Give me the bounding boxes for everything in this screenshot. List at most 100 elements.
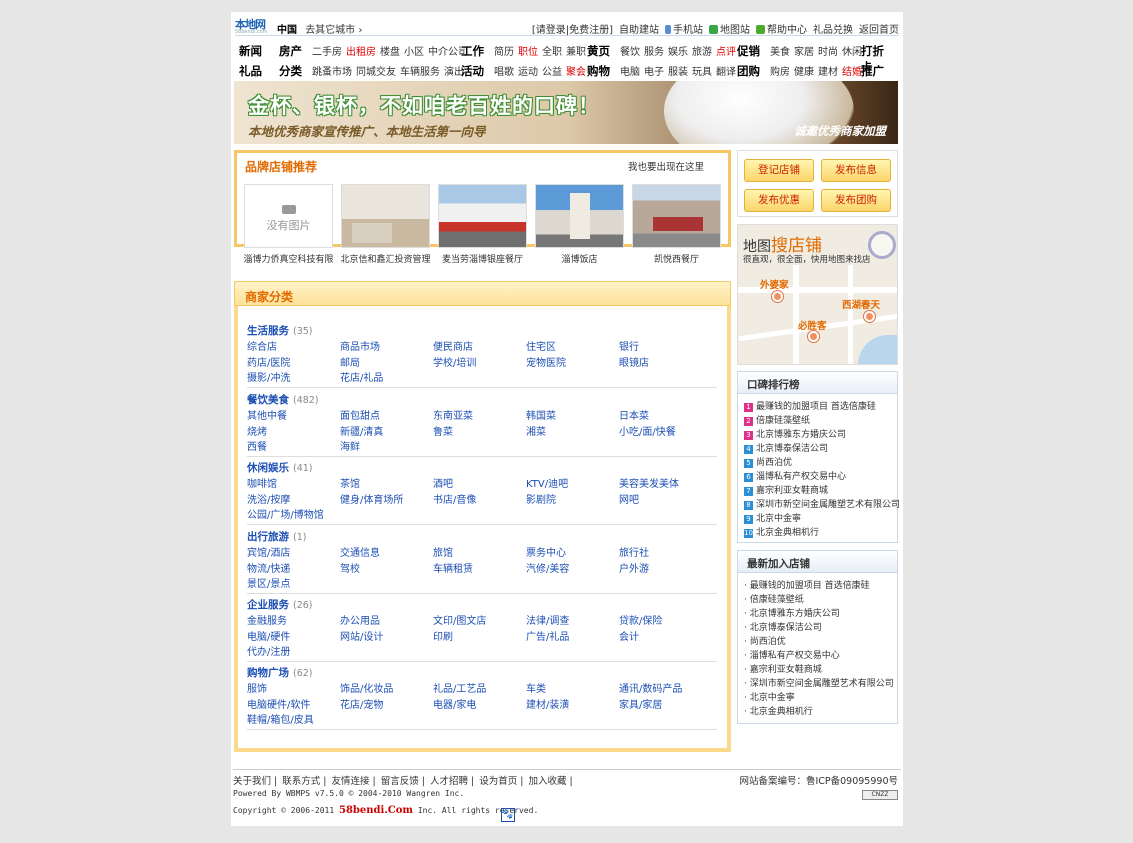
category-group-title[interactable]: 出行旅游 (1) bbox=[247, 529, 717, 544]
category-link[interactable]: 日本菜 bbox=[619, 407, 712, 422]
category-link[interactable]: 网吧 bbox=[619, 491, 712, 506]
newest-item[interactable]: · 深圳市新空间金属雕塑艺术有限公司 bbox=[744, 676, 897, 690]
shop-card[interactable]: 没有图片 淄博力侨真空科技有限 bbox=[243, 184, 334, 265]
category-link[interactable]: 住宅区 bbox=[526, 338, 619, 353]
category-link[interactable]: 通讯/数码产品 bbox=[619, 680, 712, 695]
category-link[interactable]: 文印/图文店 bbox=[433, 612, 526, 627]
footer-link[interactable]: 加入收藏 bbox=[529, 776, 567, 787]
nav-sub-link[interactable]: 家居 bbox=[794, 43, 814, 59]
category-link[interactable]: 鞋帽/箱包/皮具 bbox=[247, 711, 340, 726]
nav-sub-link[interactable]: 小区 bbox=[404, 43, 424, 59]
post-groupbuy-button[interactable]: 发布团购 bbox=[821, 189, 891, 212]
nav-main-link[interactable]: 礼品 bbox=[239, 63, 262, 79]
map-search-box[interactable]: 地图搜店铺 很直观，很全面，快用地图来找店 外婆家 西湖春天 必胜客 bbox=[737, 224, 898, 365]
gift-exchange-link[interactable]: 礼品兑换 bbox=[813, 21, 853, 36]
map-pin-icon[interactable] bbox=[864, 311, 875, 322]
category-link[interactable]: 影剧院 bbox=[526, 491, 619, 506]
appear-here-link[interactable]: 我也要出现在这里 bbox=[628, 159, 704, 173]
login-link[interactable]: [请登录 bbox=[532, 25, 566, 36]
category-group-title[interactable]: 购物广场 (62) bbox=[247, 665, 717, 680]
newest-item[interactable]: · 北京博雅东方婚庆公司 bbox=[744, 606, 897, 620]
category-link[interactable]: 会计 bbox=[619, 628, 712, 643]
category-link[interactable]: 茶馆 bbox=[340, 475, 433, 490]
category-link[interactable]: 其他中餐 bbox=[247, 407, 340, 422]
nav-sub-link[interactable]: 健康 bbox=[794, 63, 814, 79]
category-link[interactable]: 新疆/清真 bbox=[340, 423, 433, 438]
map-pin-icon[interactable] bbox=[772, 291, 783, 302]
nav-sub-link[interactable]: 出租房 bbox=[346, 43, 376, 59]
category-link[interactable]: 建材/装潢 bbox=[526, 696, 619, 711]
help-center-link[interactable]: 帮助中心 bbox=[767, 25, 807, 36]
category-link[interactable]: 物流/快递 bbox=[247, 560, 340, 575]
newest-item[interactable]: · 北京金典相机行 bbox=[744, 704, 897, 718]
category-link[interactable]: 书店/音像 bbox=[433, 491, 526, 506]
category-link[interactable]: 美容美发美体 bbox=[619, 475, 712, 490]
site-logo[interactable]: 本地网 58bendi.com bbox=[235, 19, 273, 35]
category-link[interactable]: 小吃/面/快餐 bbox=[619, 423, 712, 438]
category-link[interactable]: 洗浴/按摩 bbox=[247, 491, 340, 506]
category-link[interactable]: 商品市场 bbox=[340, 338, 433, 353]
category-link[interactable]: 景区/景点 bbox=[247, 575, 340, 590]
category-link[interactable]: 韩国菜 bbox=[526, 407, 619, 422]
category-link[interactable]: 东南亚菜 bbox=[433, 407, 526, 422]
footer-link[interactable]: 关于我们 bbox=[233, 776, 271, 787]
category-link[interactable]: 服饰 bbox=[247, 680, 340, 695]
paw-icon[interactable]: 🐾 bbox=[501, 808, 515, 822]
register-link[interactable]: |免费注册] bbox=[566, 25, 613, 36]
switch-city-link[interactable]: 去其它城市 bbox=[305, 25, 355, 36]
category-link[interactable]: 旅馆 bbox=[433, 544, 526, 559]
newest-item[interactable]: · 尚西泊优 bbox=[744, 634, 897, 648]
category-link[interactable]: 交通信息 bbox=[340, 544, 433, 559]
nav-sub-link[interactable]: 同城交友 bbox=[356, 63, 396, 79]
newest-item[interactable]: · 北京中金寧 bbox=[744, 690, 897, 704]
nav-sub-link[interactable]: 电脑 bbox=[620, 63, 640, 79]
category-link[interactable]: 便民商店 bbox=[433, 338, 526, 353]
post-discount-button[interactable]: 发布优惠 bbox=[744, 189, 814, 212]
map-pin-label[interactable]: 必胜客 bbox=[798, 318, 827, 332]
footer-link[interactable]: 留言反馈 bbox=[381, 776, 419, 787]
nav-main-link[interactable]: 工作 bbox=[461, 43, 484, 59]
category-link[interactable]: 花店/礼品 bbox=[340, 369, 433, 384]
category-link[interactable]: 印刷 bbox=[433, 628, 526, 643]
ranking-item[interactable]: 4 北京博泰保洁公司 bbox=[744, 441, 897, 455]
cnzz-badge[interactable]: CNZZ bbox=[862, 790, 898, 800]
category-link[interactable]: 银行 bbox=[619, 338, 712, 353]
footer-link[interactable]: 联系方式 bbox=[282, 776, 320, 787]
category-link[interactable]: 药店/医院 bbox=[247, 354, 340, 369]
category-link[interactable]: 车辆租赁 bbox=[433, 560, 526, 575]
category-link[interactable]: 邮局 bbox=[340, 354, 433, 369]
map-pin-icon[interactable] bbox=[808, 331, 819, 342]
category-link[interactable]: 电脑硬件/软件 bbox=[247, 696, 340, 711]
category-link[interactable]: 面包甜点 bbox=[340, 407, 433, 422]
nav-main-link[interactable]: 购物 bbox=[587, 63, 610, 79]
category-link[interactable]: 电脑/硬件 bbox=[247, 628, 340, 643]
category-link[interactable]: 摄影/冲洗 bbox=[247, 369, 340, 384]
nav-sub-link[interactable]: 电子 bbox=[644, 63, 664, 79]
nav-main-link[interactable]: 促销 bbox=[737, 43, 760, 59]
ranking-item[interactable]: 2 倍康硅藻壁纸 bbox=[744, 413, 897, 427]
nav-sub-link[interactable]: 全职 bbox=[542, 43, 562, 59]
category-link[interactable]: 电器/家电 bbox=[433, 696, 526, 711]
category-group-title[interactable]: 休闲娱乐 (41) bbox=[247, 460, 717, 475]
category-link[interactable]: 学校/培训 bbox=[433, 354, 526, 369]
category-link[interactable]: 户外游 bbox=[619, 560, 712, 575]
category-link[interactable]: 花店/宠物 bbox=[340, 696, 433, 711]
category-link[interactable]: 咖啡馆 bbox=[247, 475, 340, 490]
category-link[interactable]: 汽修/美容 bbox=[526, 560, 619, 575]
nav-sub-link[interactable]: 点评 bbox=[716, 43, 736, 59]
ranking-item[interactable]: 10 北京金典相机行 bbox=[744, 525, 897, 539]
nav-main-link[interactable]: 团购 bbox=[737, 63, 760, 79]
nav-sub-link[interactable]: 兼职 bbox=[566, 43, 586, 59]
shop-name[interactable]: 北京信和鑫汇投资管理 bbox=[333, 252, 438, 265]
nav-sub-link[interactable]: 服务 bbox=[644, 43, 664, 59]
nav-sub-link[interactable]: 旅游 bbox=[692, 43, 712, 59]
nav-main-link[interactable]: 房产 bbox=[279, 43, 302, 59]
category-link[interactable]: 综合店 bbox=[247, 338, 340, 353]
category-link[interactable]: 湘菜 bbox=[526, 423, 619, 438]
shop-card[interactable]: 麦当劳淄博银座餐厅 bbox=[438, 184, 527, 265]
category-link[interactable]: 网站/设计 bbox=[340, 628, 433, 643]
shop-name[interactable]: 淄博力侨真空科技有限 bbox=[236, 252, 341, 265]
ranking-item[interactable]: 7 嘉宗利亚女鞋商城 bbox=[744, 483, 897, 497]
nav-sub-link[interactable]: 职位 bbox=[518, 43, 538, 59]
nav-main-link[interactable]: 分类 bbox=[279, 63, 302, 79]
